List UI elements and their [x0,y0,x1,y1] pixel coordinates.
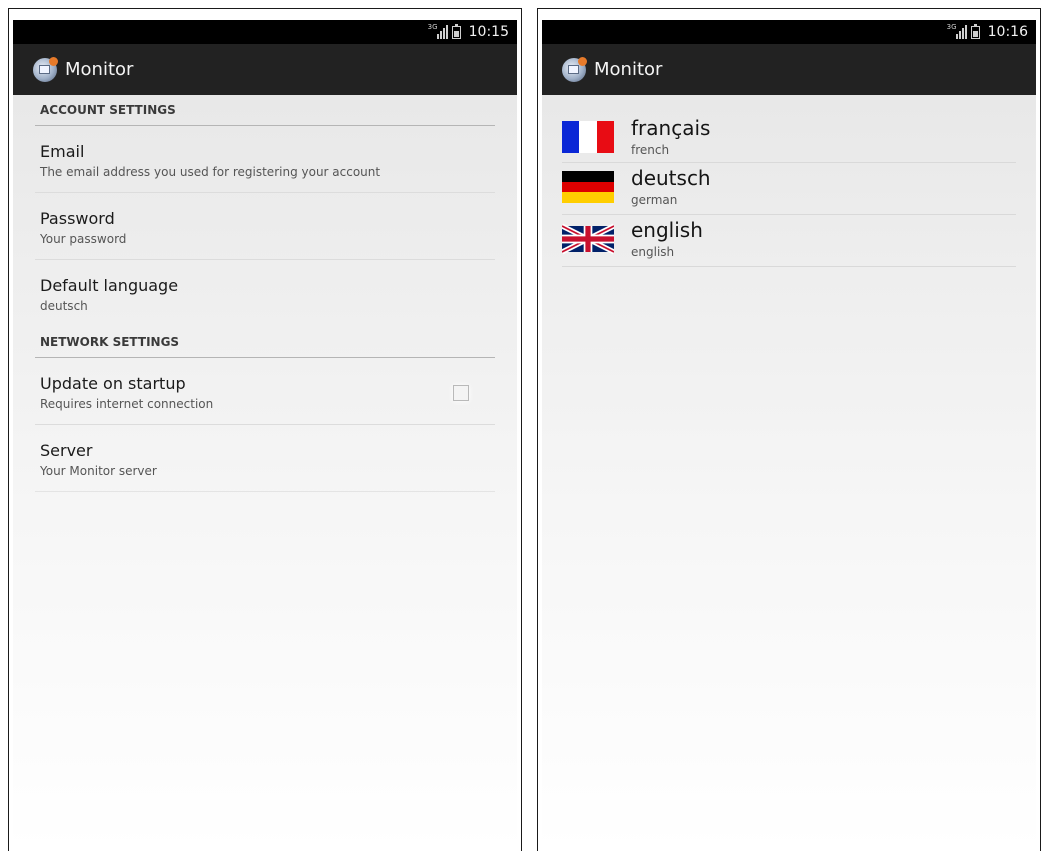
pref-summary: deutsch [40,299,88,313]
flag-stripe [562,181,614,193]
flag-germany-icon [562,171,614,203]
signal-3g-icon: 3G [947,23,967,39]
pref-email[interactable]: Email The email address you used for reg… [35,126,495,193]
flag-stripe [562,171,614,182]
network-type-label: 3G [427,23,438,31]
status-time: 10:15 [468,24,509,40]
status-bar: 3G 10:15 [13,20,517,44]
status-time: 10:16 [987,24,1028,40]
pref-summary: Requires internet connection [40,397,214,411]
preferences-list: ACCOUNT SETTINGS Email The email address… [13,95,517,851]
update-on-startup-checkbox[interactable] [453,385,469,401]
language-subtitle: german [631,193,678,207]
pref-password[interactable]: Password Your password [35,193,495,260]
pref-title: Email [40,142,85,161]
language-item-deutsch[interactable]: deutsch german [562,163,1016,215]
language-subtitle: english [631,245,675,259]
signal-3g-icon: 3G [428,23,448,39]
pref-title: Password [40,209,115,228]
language-name: français [631,116,711,140]
action-bar: Monitor [13,44,517,95]
battery-icon [451,23,461,39]
language-list-container: français french deutsch german english e… [542,95,1036,851]
app-title: Monitor [65,59,134,80]
settings-screen: 3G 10:15 Monitor ACCOUNT SETTINGS Email … [8,8,522,851]
pref-summary: The email address you used for registeri… [40,165,381,179]
app-title: Monitor [594,59,663,80]
action-bar: Monitor [542,44,1036,95]
flag-france-icon [562,121,614,153]
language-name: deutsch [631,166,711,190]
flag-stripe [596,121,614,153]
pref-title: Default language [40,276,179,295]
network-type-label: 3G [946,23,957,31]
battery-icon [970,23,980,39]
language-subtitle: french [631,143,670,157]
language-list: français french deutsch german english e… [542,95,1036,267]
monitor-app-icon[interactable] [33,56,58,82]
pref-summary: Your Monitor server [40,464,157,478]
flag-stripe [562,192,614,203]
pref-title: Update on startup [40,374,186,393]
language-name: english [631,218,703,242]
pref-title: Server [40,441,93,460]
language-item-francais[interactable]: français french [562,113,1016,163]
flag-stripe [579,121,597,153]
language-screen: 3G 10:16 Monitor français french deutsch… [537,8,1041,851]
flag-stripe [562,121,580,153]
flag-uk-icon [562,223,614,255]
pref-update-on-startup[interactable]: Update on startup Requires internet conn… [35,358,495,425]
pref-server[interactable]: Server Your Monitor server [35,425,495,492]
pref-summary: Your password [40,232,127,246]
monitor-app-icon[interactable] [562,56,587,82]
category-header-account: ACCOUNT SETTINGS [35,95,495,126]
language-item-english[interactable]: english english [562,215,1016,267]
status-bar: 3G 10:16 [542,20,1036,44]
pref-default-language[interactable]: Default language deutsch [35,260,495,327]
category-header-network: NETWORK SETTINGS [35,327,495,358]
